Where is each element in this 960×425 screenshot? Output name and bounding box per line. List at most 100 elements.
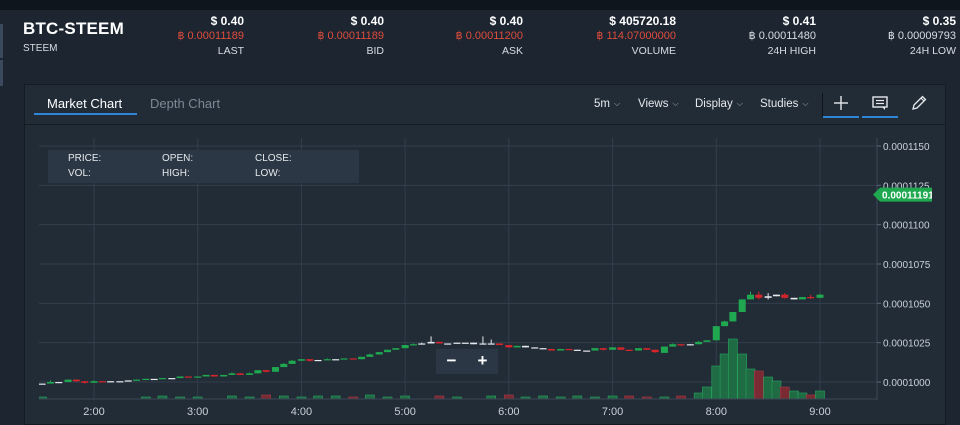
candle-body [565,348,573,351]
candle-body [591,348,599,351]
x-tick-label: 9:00 [809,406,830,418]
y-tick-label: 0.0001100 [883,221,930,232]
candle-body [158,378,166,380]
stat-ask: $ 0.40 ฿ 0.00011200 ASK [456,14,523,59]
candle-body [323,359,331,361]
candle-body [280,363,288,368]
candle-body [427,341,435,344]
candle-body [609,347,617,350]
candle-body [479,343,487,345]
x-tick-label: 6:00 [498,406,519,418]
candle-body [98,381,106,383]
top-strip [0,0,960,10]
volume-bar [797,392,808,400]
candle-body [461,342,469,344]
candle-body [444,343,452,345]
pair-symbol: BTC-STEEM [23,19,124,38]
studies-dropdown[interactable]: Studies ⌵ [760,98,808,110]
crosshair-tool-button[interactable] [823,90,859,118]
stat-label: ASK [501,45,523,57]
candle-body [505,345,513,348]
stat-label: BID [366,45,384,57]
candle-body [262,370,270,372]
volume-bar [789,390,799,400]
interval-dropdown[interactable]: 5m ⌵ [594,98,620,110]
candle-body [547,348,555,351]
x-tick-label: 2:00 [83,406,104,418]
volume-bar [365,394,375,400]
crosshair-icon [834,96,848,110]
volume-bar [745,368,756,400]
candle-body [55,382,63,384]
candle-body [712,326,720,341]
candle-body [409,344,417,346]
candle-body [677,344,685,346]
candle-body [738,299,746,312]
zoom-in-button[interactable]: + [467,349,498,374]
candle-body [790,297,798,300]
price-chart[interactable]: 0.0001150 0.0001125 0.0001100 0.0001075 0.00… [19,138,934,425]
tab-depth-chart[interactable]: Depth Chart [150,96,220,111]
draw-tool-button[interactable] [901,90,937,118]
tab-market-chart[interactable]: Market Chart [47,96,122,111]
candle-body [599,348,607,350]
candle-body [573,349,581,351]
candle-body [64,379,72,382]
candle-body [418,343,426,345]
volume-bar [728,338,738,400]
volume-bar [779,386,790,400]
candle-body [210,374,218,377]
volume-bar [763,376,773,400]
candle-body [90,381,98,383]
stat-btc: ฿ 0.00011480 [748,30,816,42]
market-pair: BTC-STEEM STEEM [23,19,124,54]
display-dropdown[interactable]: Display ⌵ [695,98,743,110]
views-label: Views [638,98,669,110]
candle-body [703,340,711,342]
stat-volume: $ 405720.18 ฿ 114.07000000 VOLUME [596,14,676,59]
candle-body [669,344,677,347]
candle-body [194,376,202,378]
zoom-controls: − + [436,349,498,374]
candle-body [366,354,374,357]
candle-body [729,311,737,322]
views-dropdown[interactable]: Views ⌵ [638,98,679,110]
volume-bar [815,390,825,400]
candle-body [686,344,694,346]
vol-label: VOL: [68,168,91,179]
chevron-down-icon: ⌵ [613,99,621,108]
zoom-out-button[interactable]: − [436,349,467,374]
candle-body [513,345,521,348]
x-tick-label: 3:00 [187,406,208,418]
candle-body [651,349,659,353]
candle-body [254,370,262,374]
x-tick-label: 8:00 [706,406,727,418]
studies-label: Studies [760,98,799,110]
stat-btc: ฿ 0.00011189 [317,30,384,42]
candle-body [635,348,642,351]
volume-bar [719,353,730,400]
volume-bar [805,394,816,400]
candle-body [521,345,529,348]
volume-bar [771,380,782,400]
stat-btc: ฿ 0.00011200 [455,30,523,42]
candle-body [202,374,210,377]
stat-usd: $ 405720.18 [609,14,676,28]
candle-body [807,297,815,299]
candle-body [764,296,772,298]
candle-body [781,294,789,298]
candle-body [695,341,703,345]
candle-body [487,343,495,345]
y-tick-label: 0.0001000 [883,378,931,389]
tool-active-indicator [823,116,859,118]
chevron-down-icon: ⌵ [672,99,679,108]
candle-body [358,356,366,360]
candle-body [38,383,46,385]
candle-body [435,341,443,344]
candle-body [46,382,54,384]
candle-body [72,379,80,382]
price-label: PRICE: [68,153,102,164]
annotation-tool-button[interactable] [862,90,898,118]
x-tick-label: 4:00 [291,406,312,418]
volume-bar [737,353,748,400]
